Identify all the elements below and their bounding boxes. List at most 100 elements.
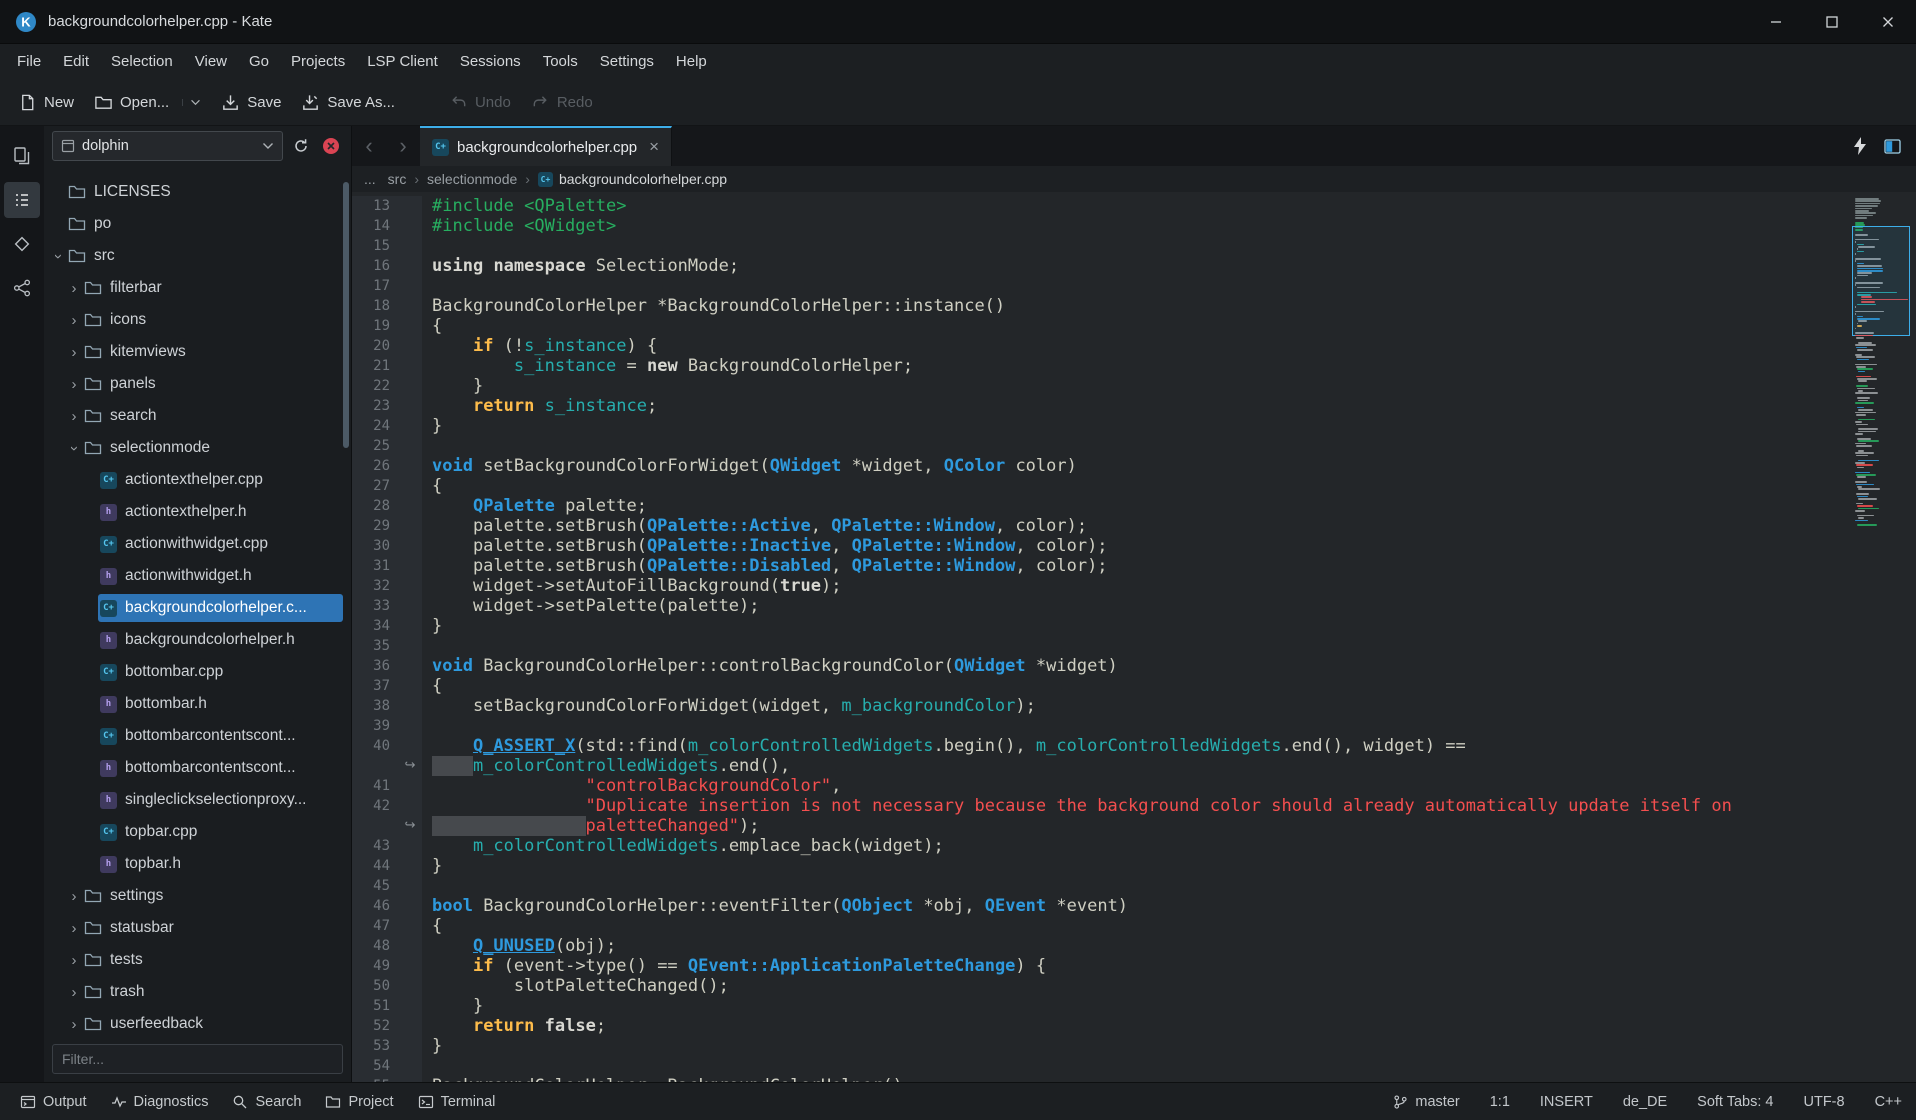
chevron-right-icon[interactable]: › [66, 312, 82, 329]
chevron-right-icon[interactable]: › [66, 952, 82, 969]
tree-item-backgroundcolorhelper-c[interactable]: C+backgroundcolorhelper.c... [44, 592, 351, 624]
tree-item-bottombarcontentscont[interactable]: hbottombarcontentscont... [44, 752, 351, 784]
menu-help[interactable]: Help [665, 44, 718, 80]
tree-item-topbar-h[interactable]: htopbar.h [44, 848, 351, 880]
breadcrumb-src[interactable]: src [388, 171, 407, 187]
code-text[interactable]: using namespace SelectionMode; [422, 256, 1846, 276]
chevron-down-icon[interactable]: › [66, 440, 82, 457]
tree-item-tests[interactable]: ›tests [44, 944, 351, 976]
open-button[interactable]: Open... [84, 87, 211, 118]
tab-close-icon[interactable]: × [649, 137, 659, 157]
split-view-icon[interactable] [1876, 126, 1908, 166]
tree-item-po[interactable]: po [44, 208, 351, 240]
code-text[interactable]: } [422, 416, 1846, 436]
statusbar-tab-settings[interactable]: Soft Tabs: 4 [1697, 1094, 1773, 1110]
statusbar-input-mode[interactable]: INSERT [1540, 1094, 1593, 1110]
statusbar-panel-search[interactable]: Search [222, 1089, 311, 1115]
code-text[interactable]: "controlBackgroundColor", [422, 776, 1846, 796]
code-text[interactable]: slotPaletteChanged(); [422, 976, 1846, 996]
code-text[interactable] [422, 236, 1846, 256]
tree-item-bottombarcontentscont[interactable]: C+bottombarcontentscont... [44, 720, 351, 752]
statusbar-encoding[interactable]: UTF-8 [1803, 1094, 1844, 1110]
code-text[interactable] [422, 636, 1846, 656]
statusbar-dictionary[interactable]: de_DE [1623, 1094, 1667, 1110]
statusbar-panel-project[interactable]: Project [315, 1089, 403, 1115]
code-text[interactable]: } [422, 856, 1846, 876]
code-text[interactable]: { [422, 916, 1846, 936]
tree-item-filterbar[interactable]: ›filterbar [44, 272, 351, 304]
tree-item-bottombar-h[interactable]: hbottombar.h [44, 688, 351, 720]
chevron-right-icon[interactable]: › [66, 984, 82, 1001]
statusbar-panel-terminal[interactable]: Terminal [408, 1089, 506, 1115]
code-text[interactable]: } [422, 996, 1846, 1016]
tree-item-topbar-cpp[interactable]: C+topbar.cpp [44, 816, 351, 848]
tree-item-licenses[interactable]: LICENSES [44, 176, 351, 208]
chevron-right-icon[interactable]: › [66, 280, 82, 297]
code-text[interactable]: QPalette palette; [422, 496, 1846, 516]
sidebar-tool-symbols[interactable] [4, 270, 40, 306]
tree-item-actionwithwidget-h[interactable]: hactionwithwidget.h [44, 560, 351, 592]
statusbar-syntax-mode[interactable]: C++ [1875, 1094, 1902, 1110]
code-text[interactable]: return s_instance; [422, 396, 1846, 416]
code-editor[interactable]: 13#include <QPalette>14#include <QWidget… [352, 192, 1916, 1082]
statusbar-panel-output[interactable]: Output [10, 1089, 97, 1115]
tree-item-bottombar-cpp[interactable]: C+bottombar.cpp [44, 656, 351, 688]
chevron-right-icon[interactable]: › [66, 1016, 82, 1033]
code-text[interactable]: palette.setBrush(QPalette::Active, QPale… [422, 516, 1846, 536]
menu-tools[interactable]: Tools [532, 44, 589, 80]
code-text[interactable] [422, 436, 1846, 456]
project-selector[interactable]: dolphin [52, 131, 283, 161]
tree-item-userfeedback[interactable]: ›userfeedback [44, 1008, 351, 1038]
code-text[interactable]: return false; [422, 1016, 1846, 1036]
code-text[interactable]: { [422, 676, 1846, 696]
code-text[interactable]: if (!s_instance) { [422, 336, 1846, 356]
save-button[interactable]: Save [211, 87, 291, 118]
code-text[interactable]: Q_ASSERT_X(std::find(m_colorControlledWi… [422, 736, 1846, 756]
chevron-right-icon[interactable]: › [66, 888, 82, 905]
code-text[interactable]: setBackgroundColorForWidget(widget, m_ba… [422, 696, 1846, 716]
code-text[interactable]: void BackgroundColorHelper::controlBackg… [422, 656, 1846, 676]
tab-backgroundcolorhelper[interactable]: C+ backgroundcolorhelper.cpp × [420, 126, 672, 166]
minimap-viewport[interactable] [1852, 226, 1910, 336]
tab-back-icon[interactable]: ‹ [352, 126, 386, 166]
chevron-right-icon[interactable]: › [66, 376, 82, 393]
reload-project-button[interactable] [289, 134, 313, 158]
code-text[interactable] [422, 876, 1846, 896]
tree-item-selectionmode[interactable]: ›selectionmode [44, 432, 351, 464]
breadcrumb-selectionmode[interactable]: selectionmode [427, 171, 517, 187]
tree-item-backgroundcolorhelper-h[interactable]: hbackgroundcolorhelper.h [44, 624, 351, 656]
chevron-right-icon[interactable]: › [66, 408, 82, 425]
code-text[interactable]: m_colorControlledWidgets.end(), [422, 756, 1846, 776]
menu-settings[interactable]: Settings [589, 44, 665, 80]
minimap-scrollbar[interactable] [1852, 196, 1910, 1082]
tree-item-actiontexthelper-cpp[interactable]: C+actiontexthelper.cpp [44, 464, 351, 496]
tree-item-actionwithwidget-cpp[interactable]: C+actionwithwidget.cpp [44, 528, 351, 560]
code-text[interactable]: paletteChanged"); [422, 816, 1846, 836]
code-text[interactable]: { [422, 476, 1846, 496]
new-button[interactable]: New [8, 87, 84, 118]
code-text[interactable]: #include <QWidget> [422, 216, 1846, 236]
code-text[interactable]: s_instance = new BackgroundColorHelper; [422, 356, 1846, 376]
tree-item-statusbar[interactable]: ›statusbar [44, 912, 351, 944]
code-text[interactable] [422, 276, 1846, 296]
code-text[interactable]: } [422, 1036, 1846, 1056]
chevron-right-icon[interactable]: › [66, 920, 82, 937]
code-text[interactable]: Q_UNUSED(obj); [422, 936, 1846, 956]
chevron-down-icon[interactable]: › [50, 248, 66, 265]
code-text[interactable]: BackgroundColorHelper *BackgroundColorHe… [422, 296, 1846, 316]
code-text[interactable]: widget->setPalette(palette); [422, 596, 1846, 616]
menu-projects[interactable]: Projects [280, 44, 356, 80]
tree-item-panels[interactable]: ›panels [44, 368, 351, 400]
chevron-right-icon[interactable]: › [66, 344, 82, 361]
tree-item-kitemviews[interactable]: ›kitemviews [44, 336, 351, 368]
code-text[interactable]: } [422, 616, 1846, 636]
menu-selection[interactable]: Selection [100, 44, 184, 80]
maximize-button[interactable] [1804, 0, 1860, 43]
save-as-button[interactable]: Save As... [291, 87, 405, 118]
code-text[interactable]: BackgroundColorHelper::BackgroundColorHe… [422, 1076, 1846, 1082]
code-text[interactable]: widget->setAutoFillBackground(true); [422, 576, 1846, 596]
tab-forward-icon[interactable]: › [386, 126, 420, 166]
statusbar-git-branch[interactable]: master [1393, 1094, 1459, 1110]
sidebar-tool-projects[interactable] [4, 182, 40, 218]
undo-button[interactable]: Undo [439, 87, 521, 118]
